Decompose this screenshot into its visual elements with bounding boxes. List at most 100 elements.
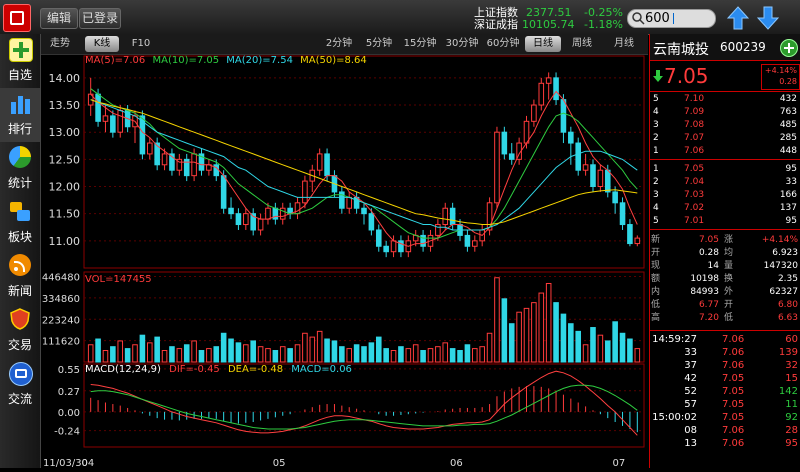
- trade-row: 15:00:02 7.05 92: [650, 411, 800, 424]
- login-status-button[interactable]: 已登录: [79, 8, 121, 29]
- stat-label: 涨: [724, 235, 734, 245]
- buy-order-book: 1 7.05 95 2 7.04 33 3 7.03 166 4 7.02 137 5 7.01 95: [650, 162, 800, 230]
- edit-button[interactable]: 编辑: [40, 8, 78, 29]
- ma50-label: MA(50)=8.64: [300, 55, 367, 66]
- tab-15min[interactable]: 15分钟: [401, 36, 439, 52]
- candle-body: [634, 237, 641, 245]
- kline-y-tick: 11.50: [49, 208, 81, 221]
- tab-f10[interactable]: F10: [129, 36, 153, 52]
- kline-chart-area[interactable]: 14.00 13.50 13.00 12.50 12.00 11.50 11.00 11/03…: [41, 55, 648, 469]
- candle-body: [545, 77, 552, 84]
- trade-price: 7.05: [722, 399, 745, 410]
- candle-body: [449, 207, 456, 226]
- nav-watchlist[interactable]: 自选: [0, 34, 40, 88]
- tab-60min[interactable]: 60分钟: [484, 36, 522, 52]
- tab-trend[interactable]: 走势: [47, 36, 73, 52]
- order-volume: 166: [779, 190, 797, 200]
- candle-body: [228, 207, 234, 215]
- candle-body: [531, 104, 537, 122]
- trade-time: 37: [684, 360, 697, 371]
- nav-sectors[interactable]: 板块: [0, 196, 40, 250]
- order-level: 2: [653, 177, 659, 187]
- arrow-up-icon[interactable]: [727, 6, 749, 30]
- candle-body: [191, 153, 197, 177]
- trade-time: 57: [684, 399, 697, 410]
- order-volume: 137: [779, 203, 797, 213]
- macd-legend: MACD(12,24,9) DIF=-0.45 DEA=-0.48 MACD=0…: [85, 364, 352, 375]
- order-price: 7.01: [684, 216, 705, 226]
- change-percent: +4.14%: [764, 66, 797, 75]
- stock-search-box[interactable]: 600: [627, 9, 716, 28]
- volume-bar: [398, 346, 404, 363]
- volume-bar: [494, 277, 500, 363]
- stat-value: 6.80: [777, 300, 798, 310]
- volume-bar: [486, 332, 493, 363]
- order-price: 7.09: [684, 107, 705, 117]
- tab-30min[interactable]: 30分钟: [443, 36, 481, 52]
- candle-body: [575, 142, 582, 171]
- buy-level-row: 1 7.05 95: [650, 163, 800, 176]
- volume-bar: [139, 334, 146, 363]
- volume-bar: [176, 348, 183, 363]
- candle-body: [110, 115, 116, 133]
- trade-volume: 32: [785, 360, 798, 371]
- ma-legend: MA(5)=7.06 MA(10)=7.05 MA(20)=7.54 MA(50…: [85, 55, 367, 66]
- candle-body: [582, 164, 589, 171]
- kline-chart-svg[interactable]: 14.0013.5013.0012.5012.0011.5011.0011/03…: [41, 55, 648, 469]
- arrow-down-icon[interactable]: [757, 6, 779, 30]
- volume-bar: [538, 292, 545, 363]
- stat-value: 7.05: [698, 235, 719, 245]
- nav-news[interactable]: 新闻: [0, 250, 40, 304]
- volume-bar: [198, 350, 205, 363]
- tab-weekly[interactable]: 周线: [569, 36, 595, 52]
- order-price: 7.03: [684, 190, 705, 200]
- volume-bar: [427, 348, 434, 363]
- volume-bar: [213, 346, 220, 363]
- stat-row: 低 6.77 开 6.80: [650, 299, 800, 312]
- volume-y-tick: 334860: [42, 294, 80, 305]
- tab-kline[interactable]: K线: [85, 36, 119, 52]
- stat-row: 高 7.20 低 6.63: [650, 312, 800, 325]
- dea-label: DEA=-0.48: [227, 364, 284, 375]
- chat-icon: [9, 362, 33, 386]
- trade-ticks: 14:59:27 7.06 60 33 7.06 139 37 7.06 32 42 7.05 15 5…: [650, 332, 800, 464]
- sell-level-row: 1 7.06 448: [650, 145, 800, 158]
- tab-2min[interactable]: 2分钟: [323, 36, 355, 52]
- stat-value: 84993: [690, 287, 719, 297]
- search-input[interactable]: 600: [645, 10, 670, 27]
- stat-value: 62327: [769, 287, 798, 297]
- trade-volume: 15: [785, 373, 798, 384]
- volume-bar: [464, 344, 471, 363]
- nav-community[interactable]: 交流: [0, 358, 40, 412]
- stat-label: 开: [724, 300, 734, 310]
- tab-monthly[interactable]: 月线: [611, 36, 637, 52]
- volume-bar: [339, 346, 345, 363]
- candle-body: [243, 213, 249, 226]
- candle-body: [346, 196, 353, 209]
- volume-bar: [531, 302, 537, 363]
- app-logo-icon[interactable]: [3, 4, 31, 32]
- nav-statistics[interactable]: 统计: [0, 142, 40, 196]
- nav-trade[interactable]: 交易: [0, 304, 40, 358]
- candle-body: [383, 245, 389, 253]
- trade-row: 57 7.05 11: [650, 398, 800, 411]
- tab-5min[interactable]: 5分钟: [363, 36, 395, 52]
- volume-bar: [309, 336, 316, 363]
- trade-row: 14:59:27 7.06 60: [650, 333, 800, 346]
- buy-level-row: 4 7.02 137: [650, 202, 800, 215]
- trade-volume: 11: [785, 399, 798, 410]
- left-nav: 自选 排行 统计 板块 新闻 交易 交流: [0, 34, 41, 468]
- volume-y-tick: 223240: [42, 315, 80, 326]
- stat-value: 7.20: [698, 313, 719, 323]
- sell-level-row: 3 7.08 485: [650, 119, 800, 132]
- volume-bar: [169, 346, 175, 363]
- add-watchlist-icon[interactable]: [780, 39, 798, 57]
- candle-body: [508, 153, 515, 160]
- volume-bar: [435, 346, 441, 363]
- candle-body: [220, 175, 227, 209]
- tab-daily[interactable]: 日线: [525, 36, 561, 52]
- kline-y-tick: 13.00: [49, 126, 81, 139]
- order-volume: 432: [779, 94, 797, 104]
- nav-ranking[interactable]: 排行: [0, 88, 40, 142]
- kline-y-tick: 11.00: [49, 235, 81, 248]
